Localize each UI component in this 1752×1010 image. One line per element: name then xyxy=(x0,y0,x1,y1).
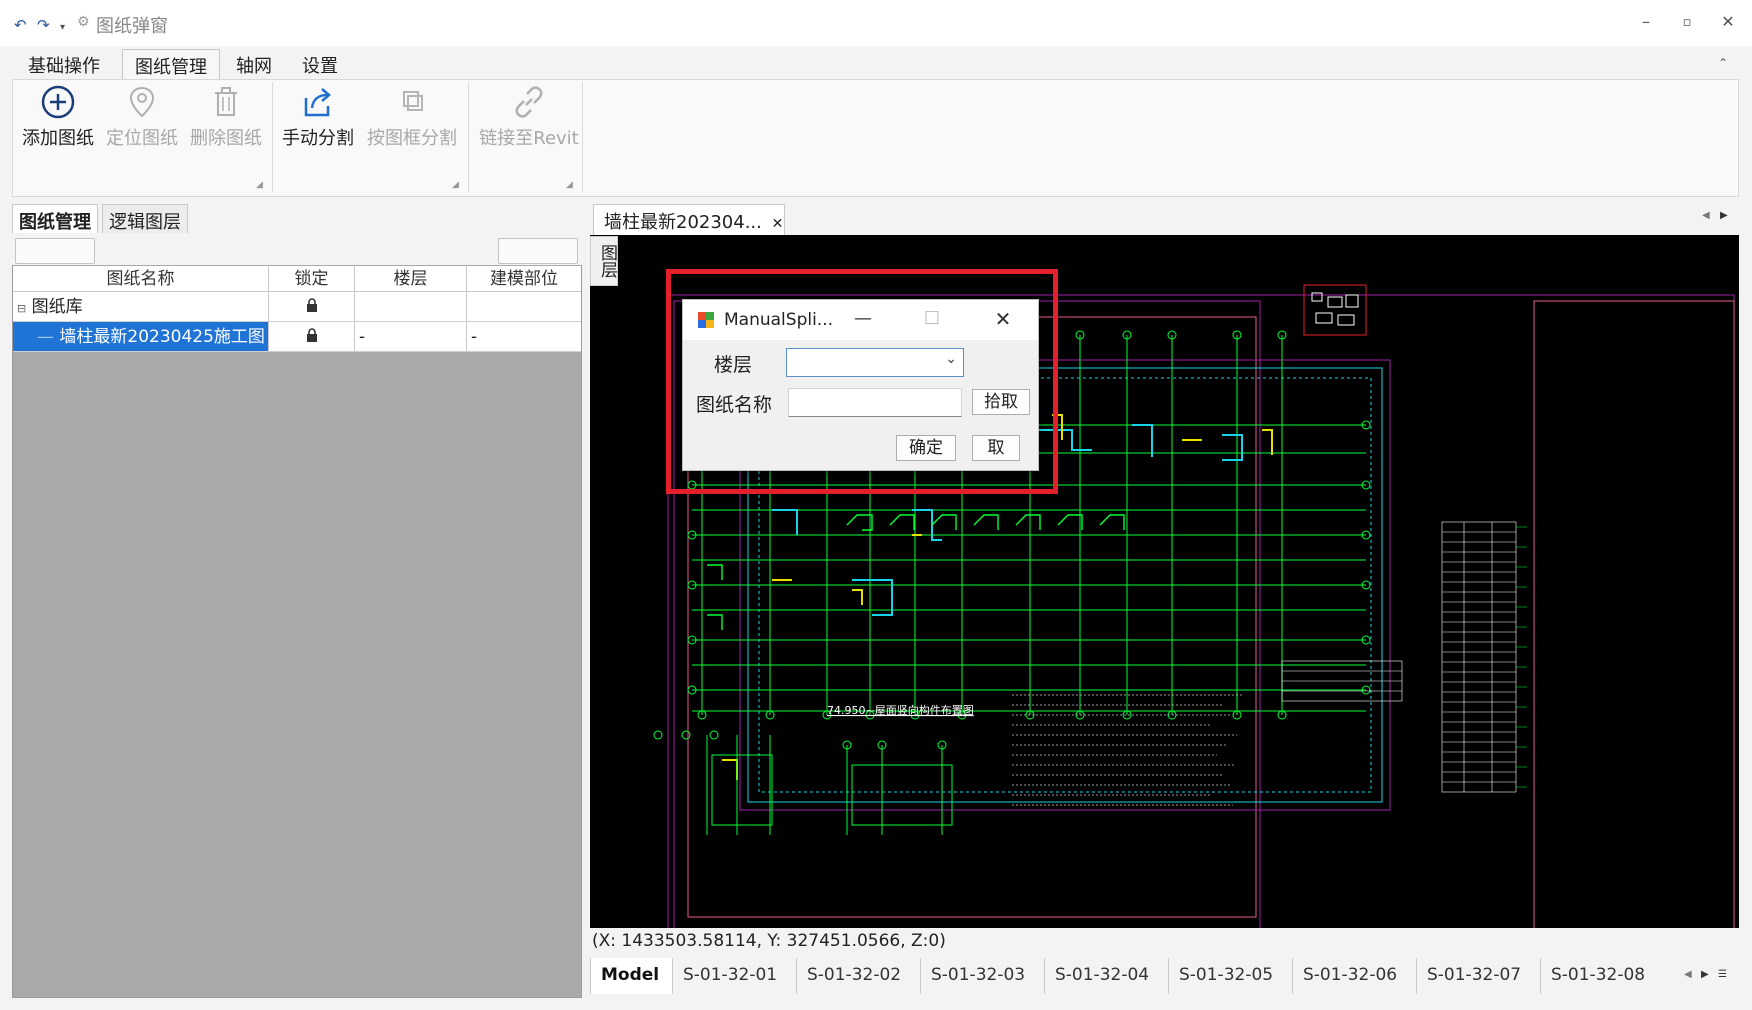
group-launcher-icon[interactable]: ◢ xyxy=(566,180,573,190)
sheet-tab[interactable]: S-01-32-06 xyxy=(1292,958,1416,994)
gear-icon: ⚙ xyxy=(77,14,90,30)
panel-tool-button[interactable] xyxy=(498,238,578,264)
tab-scroll-left-icon[interactable]: ◀ xyxy=(1702,210,1710,221)
add-circle-icon xyxy=(18,84,98,124)
document-tab[interactable]: 墙柱最新202304... ✕ xyxy=(593,204,785,235)
panel-tab-drawing-management[interactable]: 图纸管理 xyxy=(12,204,98,234)
sheet-scroll-right-icon[interactable]: ▶ xyxy=(1701,969,1709,980)
close-window-button[interactable]: ✕ xyxy=(1713,12,1743,31)
delete-drawing-label: 删除图纸 xyxy=(190,128,262,149)
drawing-title-text: 74.950~屋面竖向构件布置图 xyxy=(827,703,974,717)
trash-icon xyxy=(186,84,266,124)
column-header-lock[interactable]: 锁定 xyxy=(269,266,355,292)
sheet-scroll-left-icon[interactable]: ◀ xyxy=(1684,969,1692,980)
close-tab-icon[interactable]: ✕ xyxy=(772,216,784,232)
floor-label: 楼层 xyxy=(714,354,753,376)
menu-tab-axis[interactable]: 轴网 xyxy=(224,49,284,79)
dialog-close-button[interactable]: ✕ xyxy=(983,307,1023,331)
add-drawing-label: 添加图纸 xyxy=(22,128,94,149)
lock-icon xyxy=(306,328,317,342)
column-header-floor[interactable]: 楼层 xyxy=(355,266,467,292)
drawing-name-label: 图纸名称 xyxy=(696,394,773,416)
tab-scroll-right-icon[interactable]: ▶ xyxy=(1720,210,1728,221)
menu-tab-basic[interactable]: 基础操作 xyxy=(16,49,112,79)
share-arrow-icon xyxy=(278,84,358,124)
sheet-tab[interactable]: S-01-32-01 xyxy=(672,958,796,994)
column-header-name[interactable]: 图纸名称 xyxy=(13,266,269,292)
tree-line: — xyxy=(37,327,54,347)
floor-cell xyxy=(355,292,467,322)
minimize-button[interactable]: – xyxy=(1631,12,1661,31)
sheet-tab[interactable]: S-01-32-04 xyxy=(1044,958,1168,994)
sheet-tab[interactable]: S-01-32-05 xyxy=(1168,958,1292,994)
title-bar xyxy=(0,0,1752,46)
pick-button[interactable]: 拾取 xyxy=(972,389,1030,415)
manual-split-button[interactable]: 手动分割 xyxy=(278,84,358,154)
menu-tab-settings[interactable]: 设置 xyxy=(290,49,350,79)
restore-button[interactable]: ▫ xyxy=(1672,15,1702,30)
undo-icon[interactable]: ↶ xyxy=(14,16,27,34)
part-cell: - xyxy=(467,322,581,352)
sheet-tab[interactable]: S-01-32-02 xyxy=(796,958,920,994)
tree-collapse-icon[interactable]: ⊟ xyxy=(17,302,26,315)
ribbon-separator xyxy=(582,82,583,192)
frame-split-button[interactable]: 按图框分割 xyxy=(362,84,462,154)
collapse-ribbon-icon[interactable]: ⌃ xyxy=(1718,56,1728,70)
lock-cell[interactable] xyxy=(269,322,355,352)
drawing-name-label: 墙柱最新20230425施工图 xyxy=(59,327,265,347)
chevron-down-icon: ⌄ xyxy=(945,351,957,367)
add-drawing-button[interactable]: 添加图纸 xyxy=(18,84,98,154)
manual-split-label: 手动分割 xyxy=(282,128,354,149)
sheet-tab[interactable]: S-01-32-03 xyxy=(920,958,1044,994)
drawing-name-input[interactable] xyxy=(788,388,962,417)
sheet-tab-model[interactable]: Model xyxy=(590,958,672,994)
quick-access-dropdown-icon[interactable]: ▾ xyxy=(60,22,65,33)
column-header-part[interactable]: 建模部位 xyxy=(467,266,581,292)
locate-drawing-label: 定位图纸 xyxy=(106,128,178,149)
document-tab-title: 墙柱最新202304... xyxy=(604,212,762,233)
sheet-tab[interactable]: S-01-32-08 xyxy=(1540,958,1664,994)
lock-cell[interactable] xyxy=(269,292,355,322)
frame-split-label: 按图框分割 xyxy=(367,128,457,149)
coordinates-readout: (X: 1433503.58114, Y: 327451.0566, Z:0) xyxy=(592,931,946,951)
sheet-list-icon[interactable]: ☰ xyxy=(1718,969,1727,980)
ok-button[interactable]: 确定 xyxy=(896,435,956,461)
panel-tab-logic-layers[interactable]: 逻辑图层 xyxy=(102,204,188,234)
floor-cell: - xyxy=(355,322,467,352)
link-revit-button[interactable]: 链接至Revit xyxy=(474,84,584,154)
window-title: 图纸弹窗 xyxy=(96,16,168,37)
floor-select[interactable]: ⌄ xyxy=(786,348,964,377)
table-row[interactable]: — 墙柱最新20230425施工图 xyxy=(13,322,269,352)
group-launcher-icon[interactable]: ◢ xyxy=(256,180,263,190)
location-pin-icon xyxy=(102,84,182,124)
table-row[interactable]: ⊟ 图纸库 xyxy=(13,292,269,322)
locate-drawing-button[interactable]: 定位图纸 xyxy=(102,84,182,154)
group-launcher-icon[interactable]: ◢ xyxy=(452,180,459,190)
redo-icon[interactable]: ↷ xyxy=(37,16,50,34)
lock-icon xyxy=(306,298,317,312)
link-revit-label: 链接至Revit xyxy=(479,128,579,149)
ribbon-separator xyxy=(272,82,273,192)
delete-drawing-button[interactable]: 删除图纸 xyxy=(186,84,266,154)
frame-copy-icon xyxy=(362,84,462,124)
part-cell xyxy=(467,292,581,322)
dialog-minimize-button[interactable]: — xyxy=(843,308,883,329)
panel-tool-button[interactable] xyxy=(15,238,95,264)
link-icon xyxy=(474,84,584,124)
dialog-title: ManualSpli... xyxy=(724,310,834,330)
menu-tab-drawing-management[interactable]: 图纸管理 xyxy=(122,49,220,79)
panel-toolbar xyxy=(12,233,582,265)
ribbon-separator xyxy=(468,82,469,192)
tree-root-label: 图纸库 xyxy=(31,297,83,317)
sheet-tab[interactable]: S-01-32-07 xyxy=(1416,958,1540,994)
layer-side-button[interactable]: 图层 xyxy=(590,236,618,286)
cancel-button[interactable]: 取 xyxy=(972,435,1020,461)
app-icon xyxy=(698,312,714,328)
dialog-maximize-button[interactable]: ☐ xyxy=(912,308,952,329)
